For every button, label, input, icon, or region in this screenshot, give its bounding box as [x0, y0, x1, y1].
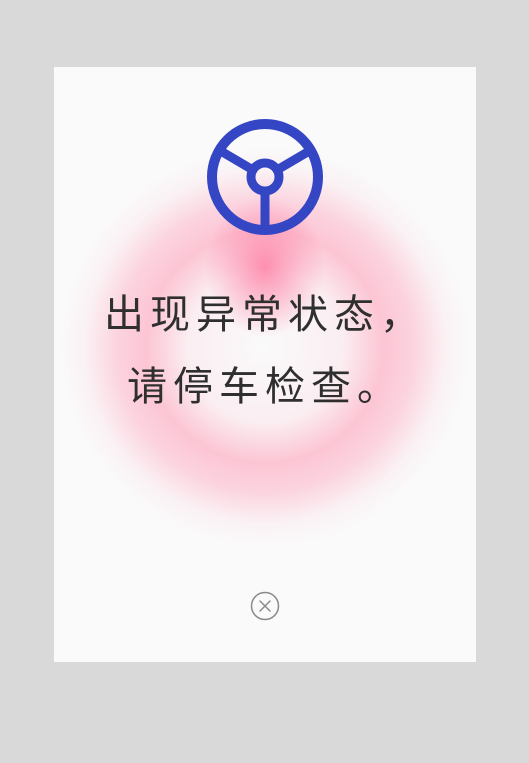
steering-wheel-icon — [207, 119, 323, 235]
alert-message: 出现异常状态，请停车检查。 — [104, 292, 426, 410]
close-icon[interactable] — [250, 591, 280, 621]
alert-dialog: 出现异常状态，请停车检查。 — [54, 67, 476, 662]
